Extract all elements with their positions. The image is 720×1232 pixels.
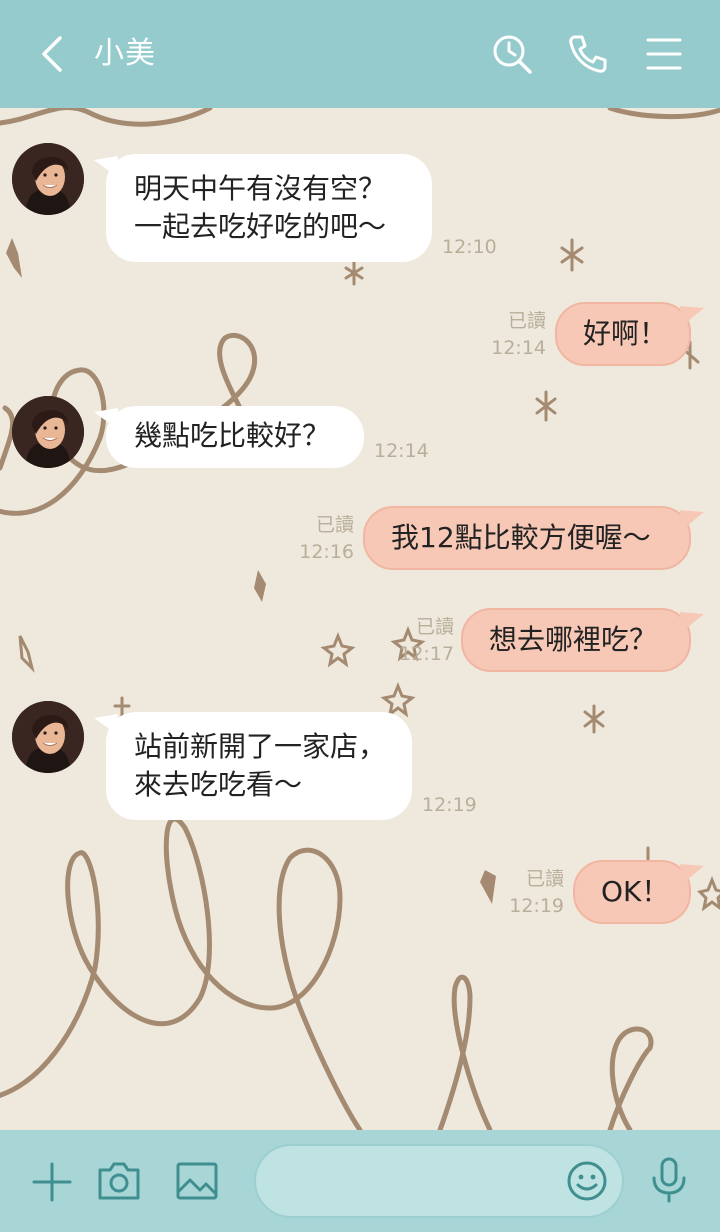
message-input[interactable] [254, 1144, 624, 1218]
message-text-line: 我12點比較方便喔～ [391, 521, 651, 554]
message-bubble[interactable]: OK！ [573, 860, 691, 924]
message-time: 12:16 [299, 541, 354, 563]
message-time: 12:19 [422, 794, 477, 816]
bubble-tail [680, 612, 704, 632]
contact-avatar[interactable] [12, 396, 84, 468]
search-icon[interactable] [490, 32, 534, 76]
read-receipt: 已讀 [525, 868, 564, 890]
menu-icon[interactable] [642, 32, 686, 76]
message-text-line: 明天中午有沒有空？ [134, 172, 387, 205]
message-time: 12:10 [442, 236, 497, 258]
message-time: 12:14 [491, 337, 546, 359]
message-text-line: 一起去吃好吃的吧～ [134, 210, 387, 243]
bubble-tail [680, 510, 704, 530]
image-icon[interactable] [174, 1158, 220, 1204]
message-text-line: 來去吃吃看～ [134, 768, 303, 801]
chat-title: 小美 [94, 36, 156, 71]
read-receipt: 已讀 [315, 514, 354, 536]
read-receipt: 已讀 [507, 310, 546, 332]
message-bubble[interactable]: 明天中午有沒有空？ 一起去吃好吃的吧～ [106, 154, 432, 262]
emoji-icon[interactable] [566, 1160, 608, 1202]
message-text-line: 站前新開了一家店， [134, 730, 387, 763]
message-bubble[interactable]: 我12點比較方便喔～ [363, 506, 691, 570]
plus-icon[interactable] [30, 1160, 74, 1204]
read-receipt: 已讀 [415, 616, 454, 638]
contact-avatar[interactable] [12, 701, 84, 773]
message-time: 12:17 [399, 643, 454, 665]
bubble-tail [680, 306, 704, 326]
microphone-icon[interactable] [648, 1156, 690, 1204]
chevron-left-icon[interactable] [36, 34, 72, 74]
message-text-line: 好啊！ [583, 317, 668, 350]
phone-icon[interactable] [566, 32, 610, 76]
contact-avatar[interactable] [12, 143, 84, 215]
chat-input-bar [0, 1130, 720, 1232]
message-bubble[interactable]: 想去哪裡吃？ [461, 608, 691, 672]
message-text-line: 幾點吃比較好？ [134, 419, 331, 452]
message-bubble[interactable]: 幾點吃比較好？ [106, 406, 364, 468]
message-time: 12:14 [374, 440, 429, 462]
message-time: 12:19 [509, 895, 564, 917]
chat-header: 小美 [0, 0, 720, 108]
message-bubble[interactable]: 站前新開了一家店， 來去吃吃看～ [106, 712, 412, 820]
camera-icon[interactable] [96, 1158, 142, 1204]
message-bubble[interactable]: 好啊！ [555, 302, 691, 366]
message-text-line: OK！ [601, 875, 670, 908]
message-text-line: 想去哪裡吃？ [489, 623, 658, 656]
bubble-tail [680, 864, 704, 884]
